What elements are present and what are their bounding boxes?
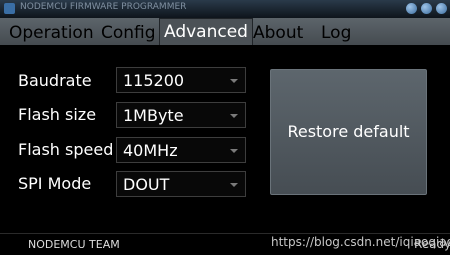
tab-bar: Operation Config Advanced About Log — [0, 18, 450, 45]
baudrate-value: 115200 — [123, 71, 185, 90]
title-bar: NODEMCU FIRMWARE PROGRAMMER — [0, 0, 450, 18]
chevron-down-icon — [230, 114, 238, 118]
flash-size-label: Flash size — [18, 105, 97, 124]
window-title: NODEMCU FIRMWARE PROGRAMMER — [20, 2, 187, 12]
status-bar: NODEMCU TEAM https://blog.csdn.net/iqiao… — [0, 233, 450, 255]
app-icon — [4, 3, 15, 14]
flash-speed-select[interactable]: 40MHz — [116, 137, 246, 163]
close-icon[interactable] — [436, 3, 447, 14]
flash-speed-label: Flash speed — [18, 140, 114, 159]
restore-default-button[interactable]: Restore default — [270, 69, 427, 195]
status-ready: Ready — [414, 237, 450, 251]
spi-mode-label: SPI Mode — [18, 174, 92, 193]
baudrate-label: Baudrate — [18, 71, 92, 90]
spi-mode-value: DOUT — [123, 175, 170, 194]
advanced-panel: Baudrate 115200 Flash size 1MByte Flash … — [0, 45, 450, 233]
chevron-down-icon — [230, 79, 238, 83]
flash-size-value: 1MByte — [123, 106, 184, 125]
spi-mode-select[interactable]: DOUT — [116, 171, 246, 197]
tab-advanced[interactable]: Advanced — [159, 18, 253, 45]
minimize-icon[interactable] — [406, 3, 417, 14]
maximize-icon[interactable] — [421, 3, 432, 14]
tab-about[interactable]: About — [253, 21, 303, 45]
flash-speed-value: 40MHz — [123, 141, 178, 160]
tab-log[interactable]: Log — [321, 21, 351, 45]
chevron-down-icon — [230, 149, 238, 153]
status-team: NODEMCU TEAM — [28, 238, 120, 251]
tab-operation[interactable]: Operation — [9, 21, 94, 45]
chevron-down-icon — [230, 183, 238, 187]
tab-config[interactable]: Config — [101, 21, 156, 45]
baudrate-select[interactable]: 115200 — [116, 67, 246, 93]
flash-size-select[interactable]: 1MByte — [116, 102, 246, 128]
